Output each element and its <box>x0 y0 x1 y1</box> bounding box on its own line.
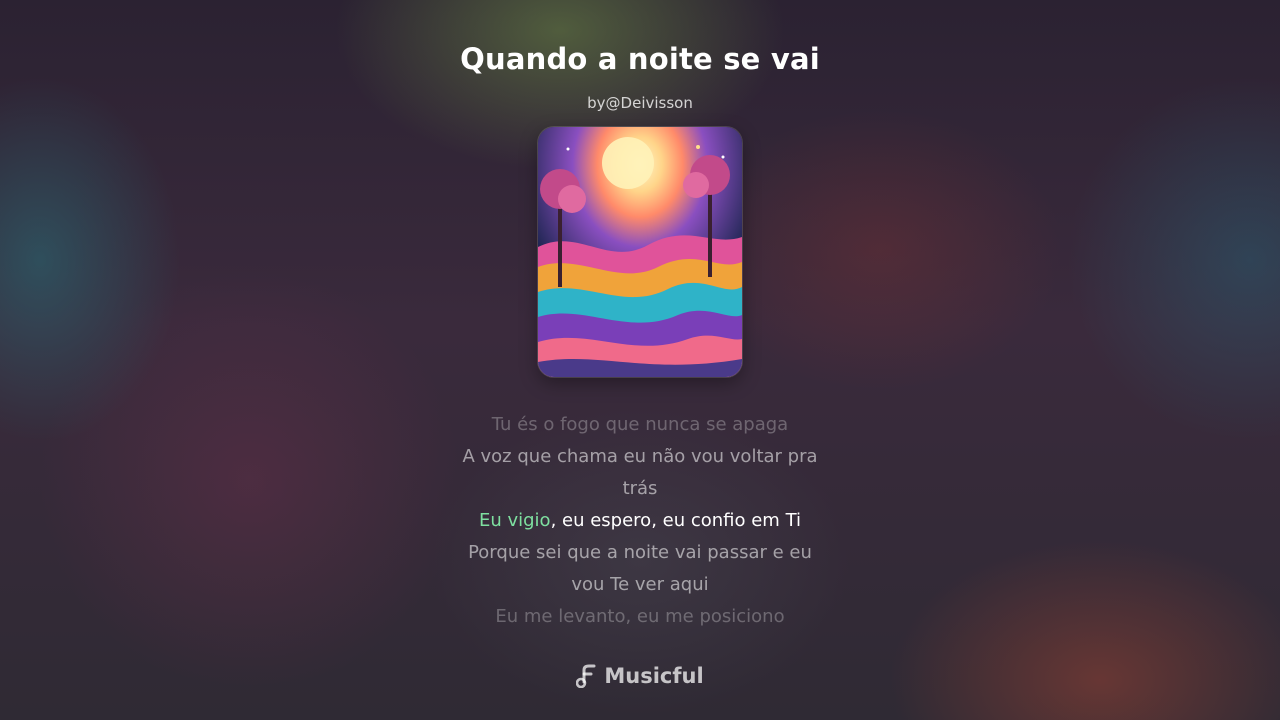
lyric-line[interactable]: Porque sei que a noite vai passar e eu v… <box>440 537 840 601</box>
lyrics-panel: Tu és o fogo que nunca se apaga A voz qu… <box>440 409 840 633</box>
brand-logo[interactable]: Musicful <box>0 664 1280 688</box>
lyric-line[interactable]: A voz que chama eu não vou voltar pra tr… <box>440 441 840 505</box>
lyric-line-active[interactable]: Eu vigio, eu espero, eu confio em Ti <box>440 505 840 537</box>
song-author[interactable]: by@Deivisson <box>0 94 1280 112</box>
lyric-highlight: Eu vigio <box>478 510 551 531</box>
lyric-line[interactable]: Tu és o fogo que nunca se apaga <box>440 409 840 441</box>
player-view: Quando a noite se vai by@Deivisson Tu és… <box>0 0 1280 720</box>
lyric-line-rest: , eu espero, eu confio em Ti <box>550 510 802 531</box>
brand-name: Musicful <box>604 664 704 688</box>
lyric-line[interactable]: Eu me levanto, eu me posiciono <box>440 601 840 633</box>
music-note-logo-icon <box>576 664 596 688</box>
song-title: Quando a noite se vai <box>460 42 820 76</box>
album-art-landscape-icon <box>538 127 742 377</box>
album-cover <box>538 127 742 377</box>
